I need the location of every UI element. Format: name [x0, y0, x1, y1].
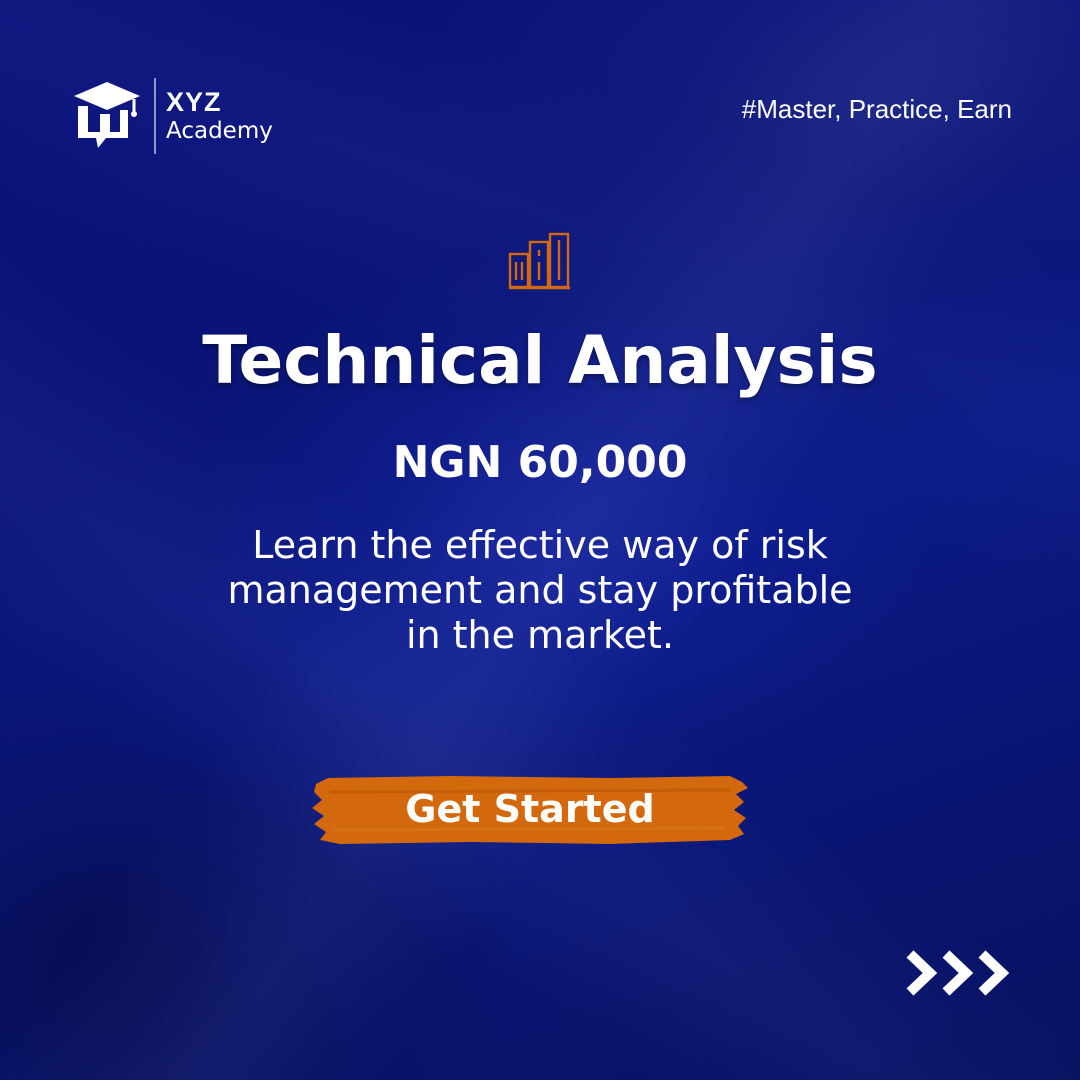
description-line: management and stay profitable — [227, 568, 853, 612]
get-started-button[interactable]: Get Started — [310, 772, 750, 848]
brand-name: XYZ — [166, 87, 222, 117]
logo-text: XYZ Academy — [166, 89, 273, 143]
promo-card: XYZ Academy #Master, Practice, Earn Tech… — [0, 0, 1080, 1080]
course-description: Learn the effective way of risk manageme… — [140, 523, 940, 658]
graduation-cap-icon — [74, 82, 140, 148]
course-price: NGN 60,000 — [392, 437, 688, 488]
get-started-label: Get Started — [405, 787, 655, 831]
course-title: Technical Analysis — [202, 322, 878, 399]
brand-logo[interactable]: XYZ Academy — [72, 78, 273, 154]
brand-subtitle: Academy — [166, 118, 273, 144]
description-line: in the market. — [405, 613, 675, 657]
tagline: #Master, Practice, Earn — [741, 94, 1012, 124]
bar-chart-icon — [508, 232, 570, 290]
next-slide-button[interactable] — [902, 948, 1018, 998]
triple-chevron-right-icon — [906, 950, 1010, 996]
logo-divider — [154, 78, 156, 154]
description-line: Learn the effective way of risk — [252, 523, 828, 567]
